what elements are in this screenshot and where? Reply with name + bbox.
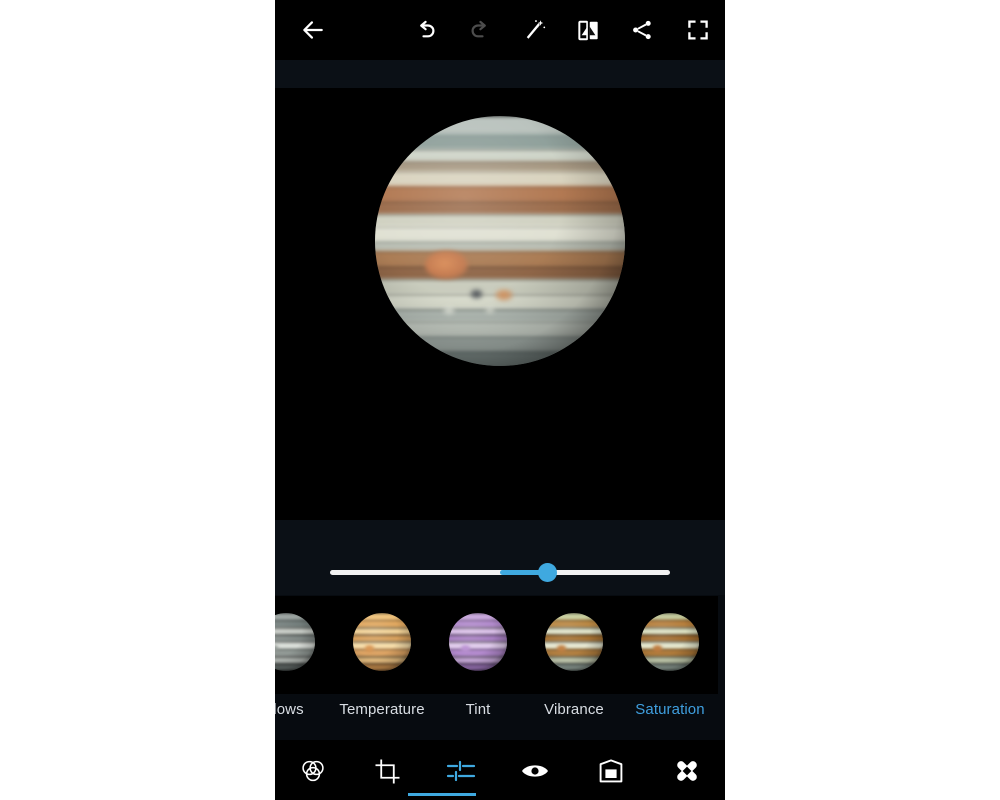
jupiter-photo [375,116,625,366]
adjustment-thumb-label: Saturation [635,701,705,718]
back-button[interactable] [295,12,331,48]
jupiter-thumbnail [449,613,507,671]
app-frame: dows Temperature Tint Vibrance Saturation [275,0,725,800]
adjustment-thumb-vibrance[interactable]: Vibrance [525,595,623,740]
share-icon [633,20,651,40]
adjustment-thumb-label: Vibrance [544,701,604,718]
crop-icon [374,758,400,784]
adjustment-thumb-label: Tint [465,701,491,718]
tab-adjust[interactable] [442,754,480,788]
adjustment-thumb-preview [334,596,430,694]
jupiter-thumbnail [353,613,411,671]
tab-looks[interactable] [294,754,332,788]
active-tab-indicator [408,793,476,796]
tab-red-eye[interactable] [516,754,554,788]
jupiter-thumbnail [275,613,315,671]
adjustment-slider-panel [275,520,725,595]
adjustment-thumb-shadows[interactable]: dows [275,595,335,740]
adjustment-thumb-preview [430,596,526,694]
saturation-slider-thumb[interactable] [538,563,558,582]
adjustment-thumbnail-strip[interactable]: dows Temperature Tint Vibrance Saturation [275,595,725,740]
arrow-left-icon [303,21,323,39]
photo-canvas[interactable] [275,88,725,520]
adjustment-thumb-preview [526,596,622,694]
adjustment-thumb-label: dows [275,701,304,718]
undo-button[interactable] [408,12,444,48]
adjustment-thumb-preview [622,596,718,694]
tab-crop[interactable] [368,754,406,788]
adjustment-thumb-preview [275,596,334,694]
screenshot-root: dows Temperature Tint Vibrance Saturation [0,0,1000,800]
adjustment-thumb-temperature[interactable]: Temperature [333,595,431,740]
top-toolbar [275,0,725,60]
share-button[interactable] [624,12,660,48]
looks-circles-icon [302,760,324,782]
magic-wand-icon [526,19,545,39]
redo-button[interactable] [462,12,498,48]
frame-icon [599,759,623,783]
bottom-toolbar [275,740,725,800]
adjustment-thumb-saturation[interactable]: Saturation [621,595,719,740]
spot-heal-icon [677,761,697,781]
fullscreen-icon [688,20,708,40]
tab-borders[interactable] [592,754,630,788]
adjustment-thumb-label: Temperature [339,701,425,718]
auto-fix-button[interactable] [516,12,552,48]
redo-icon [471,20,486,38]
jupiter-thumbnail [641,613,699,671]
fullscreen-button[interactable] [680,12,716,48]
toolbar-sub-band [275,60,725,88]
undo-icon [420,20,435,38]
tab-spot-heal[interactable] [668,754,706,788]
compare-button[interactable] [570,12,606,48]
before-after-icon [577,19,598,41]
jupiter-limb-shading [375,116,625,366]
eye-icon [522,765,548,777]
sliders-icon [446,760,476,782]
jupiter-thumbnail [545,613,603,671]
adjustment-thumb-tint[interactable]: Tint [429,595,527,740]
